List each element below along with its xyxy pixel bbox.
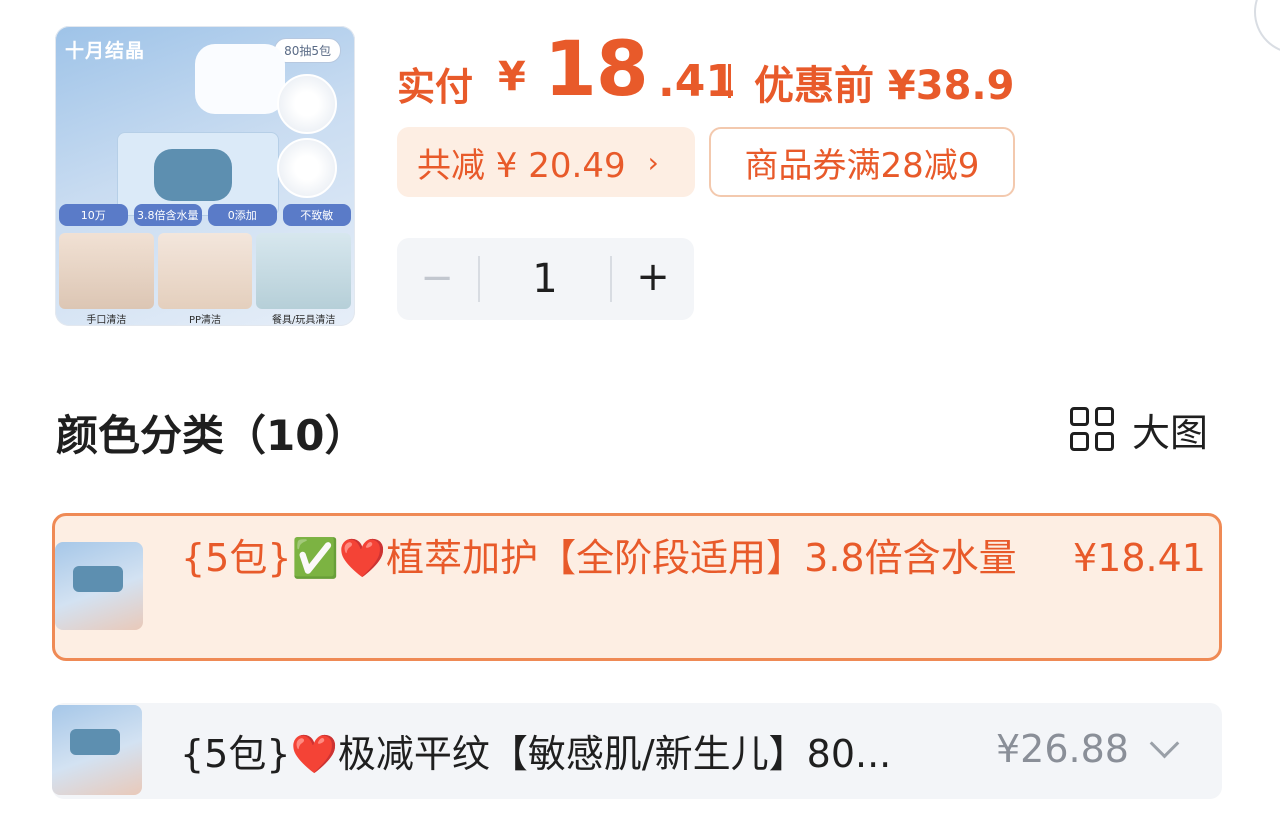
section-title: 颜色分类（10） bbox=[56, 411, 367, 460]
pay-label: 实付 bbox=[397, 65, 474, 109]
currency-symbol: ¥ bbox=[498, 54, 526, 100]
sku-price: ¥18.41 bbox=[1073, 536, 1206, 580]
sku-name: {5包}✅❤️植萃加护【全阶段适用】3.8倍含水量 bbox=[181, 536, 1017, 580]
wipe-graphic bbox=[195, 44, 285, 114]
sku-option-selected[interactable]: {5包}✅❤️植萃加护【全阶段适用】3.8倍含水量 ¥18.41 bbox=[52, 513, 1222, 661]
coupon-badge: 商品券满28减9 bbox=[709, 127, 1015, 197]
price-integer: 18 bbox=[544, 24, 649, 113]
quantity-value[interactable]: 1 bbox=[495, 256, 595, 302]
brand-logo: 十月结晶 bbox=[65, 40, 146, 62]
increase-button[interactable]: + bbox=[633, 254, 673, 300]
feature-tag: 0添加 bbox=[208, 204, 277, 226]
grid-icon bbox=[1070, 407, 1114, 451]
decrease-button[interactable]: − bbox=[419, 256, 455, 300]
usage-caption: 手口清洁 bbox=[86, 315, 127, 326]
big-view-label: 大图 bbox=[1132, 410, 1209, 455]
usage-caption: PP清洁 bbox=[188, 315, 222, 326]
stepper-divider bbox=[478, 256, 480, 302]
usage-photo bbox=[59, 233, 154, 309]
discount-text: 共减 ¥ 20.49 bbox=[417, 145, 626, 186]
sku-name: {5包}❤️极减平纹【敏感肌/新生儿】80... bbox=[180, 732, 892, 776]
feature-tag: 不致敏 bbox=[282, 204, 351, 226]
feature-tag: 3.8倍含水量 bbox=[133, 204, 202, 226]
corner-button[interactable] bbox=[1254, 0, 1280, 54]
stepper-divider bbox=[610, 256, 612, 302]
chevron-right-icon: › bbox=[647, 145, 659, 179]
usage-photo bbox=[157, 233, 253, 309]
texture-disc bbox=[277, 138, 337, 198]
price-separator bbox=[728, 64, 731, 98]
quantity-stepper: − 1 + bbox=[397, 238, 694, 320]
big-view-toggle[interactable]: 大图 bbox=[1070, 404, 1209, 455]
chevron-down-icon[interactable] bbox=[1149, 728, 1180, 759]
product-image[interactable]: 十月结晶 80抽5包 10万 3.8倍含水量 0添加 不致敏 手口清洁 PP清洁… bbox=[55, 26, 355, 326]
original-price: 优惠前 ¥38.9 bbox=[754, 63, 1015, 109]
feature-tags: 10万 3.8倍含水量 0添加 不致敏 bbox=[59, 204, 351, 226]
sku-thumbnail bbox=[55, 542, 143, 630]
usage-caption: 餐具/玩具清洁 bbox=[271, 315, 336, 326]
texture-disc bbox=[277, 74, 337, 134]
sku-option[interactable]: {5包}❤️极减平纹【敏感肌/新生儿】80... ¥26.88 bbox=[52, 703, 1222, 799]
sku-price: ¥26.88 bbox=[996, 727, 1129, 771]
usage-photos bbox=[59, 233, 352, 309]
sku-thumbnail bbox=[52, 705, 142, 795]
usage-photo bbox=[256, 233, 352, 309]
usage-captions: 手口清洁 PP清洁 餐具/玩具清洁 bbox=[59, 311, 351, 326]
total-discount-button[interactable]: 共减 ¥ 20.49 › bbox=[397, 127, 695, 197]
feature-tag: 10万 bbox=[59, 204, 128, 226]
price-decimal: .41 bbox=[658, 56, 736, 107]
